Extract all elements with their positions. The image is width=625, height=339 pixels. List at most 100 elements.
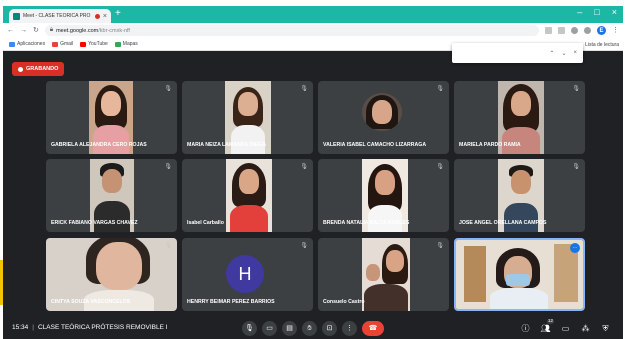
- more-options-button[interactable]: ⋮: [342, 321, 357, 336]
- hand-icon: ✋︎: [307, 325, 312, 332]
- participant-name: HENRRY BEIMAR PEREZ BARRIOS: [187, 299, 275, 305]
- participant-video: [362, 93, 402, 131]
- participant-name: ERICK FABIANO VARGAS CHAVEZ: [51, 220, 138, 226]
- browser-tab[interactable]: Meet - CLASE TEÓRICA PRÓ ×: [9, 9, 111, 23]
- reading-list[interactable]: Lista de lectura: [585, 42, 619, 48]
- maps-icon: [114, 41, 121, 47]
- captions-icon: ▤: [286, 325, 293, 332]
- people-icon: 👥︎: [540, 323, 551, 333]
- meeting-time: 15:34: [12, 324, 29, 331]
- participant-tile[interactable]: 🎙︎ Consuelo Castro: [318, 238, 449, 311]
- close-tab-icon[interactable]: ×: [103, 13, 107, 20]
- present-button[interactable]: ⊡: [322, 321, 337, 336]
- window-controls: – □ ×: [577, 8, 617, 17]
- recording-badge: GRABANDO: [12, 62, 65, 76]
- info-icon: ⓘ: [521, 323, 530, 333]
- side-controls: ⓘ 👥︎ 12 ▭ ⁂ ⛨: [520, 318, 611, 334]
- participant-name: GABRIELA ALEJANDRA CERO ROJAS: [51, 142, 147, 148]
- participant-tile[interactable]: 🎙︎ Isabel Carballo: [182, 159, 313, 232]
- youtube-icon: [80, 41, 87, 47]
- call-controls: 🎙︎ ▭ ▤ ✋︎ ⊡ ⋮ ☎︎: [242, 321, 384, 336]
- meeting-info: 15:34 | CLASE TEÓRICA PRÓTESIS REMOVIBLE I: [12, 324, 168, 331]
- bookmark-star-icon[interactable]: [571, 27, 578, 34]
- lock-person-icon: ⛨: [602, 323, 609, 333]
- mic-off-icon: 🎙︎: [300, 164, 308, 170]
- participant-tile[interactable]: 🎙︎ MARIA NEIZA LAMANDA DIEGA: [182, 81, 313, 154]
- bookmark-gmail[interactable]: Gmail: [52, 41, 73, 47]
- profile-avatar[interactable]: E: [597, 26, 606, 35]
- participant-tile[interactable]: 🎙︎ CINTYA SOUZA VASCONCELOS: [46, 238, 177, 311]
- camera-icon: ▭: [266, 325, 273, 332]
- participants-count: 12: [546, 318, 554, 324]
- extension-icon[interactable]: [558, 27, 565, 34]
- browser-toolbar: ← → ↻ 🔒︎ meet.google.com/kbr-cmxk-nff E …: [3, 23, 623, 38]
- host-controls-button[interactable]: ⛨: [600, 323, 611, 334]
- people-button[interactable]: 👥︎ 12: [540, 318, 554, 334]
- participant-tile[interactable]: 🎙︎ VALERIA ISABEL CAMACHO LIZARRAGA: [318, 81, 449, 154]
- find-up-icon[interactable]: ⌃: [549, 50, 554, 57]
- activities-button[interactable]: ⁂: [580, 323, 591, 334]
- close-window-icon[interactable]: ×: [612, 8, 617, 17]
- tab-title: Meet - CLASE TEÓRICA PRÓ: [23, 13, 91, 19]
- url-text: meet.google.com/kbr-cmxk-nff: [56, 27, 130, 34]
- address-bar[interactable]: 🔒︎ meet.google.com/kbr-cmxk-nff: [44, 25, 539, 36]
- captions-button[interactable]: ▤: [282, 321, 297, 336]
- meeting-title: CLASE TEÓRICA PRÓTESIS REMOVIBLE I: [37, 324, 168, 331]
- participant-name: Consuelo Castro: [323, 299, 365, 305]
- raise-hand-button[interactable]: ✋︎: [302, 321, 317, 336]
- participant-name: MARIELA PARDO RAMIA: [459, 142, 521, 148]
- participant-tile[interactable]: 🎙︎ ERICK FABIANO VARGAS CHAVEZ: [46, 159, 177, 232]
- mic-off-icon: 🎙︎: [300, 243, 308, 249]
- find-close-icon[interactable]: ×: [573, 50, 577, 56]
- microphone-button[interactable]: 🎙︎: [242, 321, 257, 336]
- mic-off-icon: 🎙︎: [164, 243, 172, 249]
- kebab-icon: ⋮: [346, 325, 353, 332]
- back-icon[interactable]: ←: [7, 27, 14, 34]
- participant-name: BRENDA NATALIA BALTA ROBLES: [323, 220, 410, 226]
- camera-indicator-icon[interactable]: [545, 27, 552, 34]
- end-call-button[interactable]: ☎︎: [362, 321, 384, 336]
- find-down-icon[interactable]: ⌄: [561, 50, 566, 57]
- forward-icon[interactable]: →: [20, 27, 27, 34]
- participant-name: Isabel Carballo: [187, 220, 224, 226]
- minimize-icon[interactable]: –: [577, 8, 582, 17]
- mic-off-icon: 🎙︎: [436, 243, 444, 249]
- participant-tile[interactable]: H 🎙︎ HENRRY BEIMAR PEREZ BARRIOS: [182, 238, 313, 311]
- menu-kebab-icon[interactable]: ⋮: [612, 27, 619, 34]
- meet-favicon-icon: [13, 12, 20, 20]
- mic-off-icon: 🎙︎: [164, 86, 172, 92]
- bookmark-maps[interactable]: Mapas: [114, 41, 138, 47]
- mic-off-icon: 🎙︎: [164, 164, 172, 170]
- mic-off-icon: 🎙︎: [572, 86, 580, 92]
- present-icon: ⊡: [326, 325, 333, 332]
- participant-name: CINTYA SOUZA VASCONCELOS: [51, 299, 131, 305]
- participant-tile[interactable]: 🎙︎ JOSE ANGEL ORELLANA CAMPOS: [454, 159, 585, 232]
- puzzle-icon[interactable]: [584, 27, 591, 34]
- participant-tile[interactable]: 🎙︎ BRENDA NATALIA BALTA ROBLES: [318, 159, 449, 232]
- participant-tile[interactable]: 🎙︎ GABRIELA ALEJANDRA CERO ROJAS: [46, 81, 177, 154]
- self-view-tile[interactable]: ⋯: [454, 238, 585, 311]
- find-popup: ⌃ ⌄ ×: [452, 43, 583, 63]
- participant-video: [226, 159, 272, 232]
- mic-off-icon: 🎙︎: [572, 164, 580, 170]
- microphone-icon: 🎙︎: [245, 325, 254, 332]
- participant-name: MARIA NEIZA LAMANDA DIEGA: [187, 142, 266, 148]
- chat-icon: ▭: [561, 323, 570, 333]
- chat-button[interactable]: ▭: [560, 323, 571, 334]
- record-icon: [18, 66, 23, 72]
- pin-icon[interactable]: ⋯: [570, 243, 580, 253]
- bookmark-apps[interactable]: Aplicaciones: [9, 41, 45, 47]
- gmail-icon: [52, 41, 59, 47]
- bookmark-youtube[interactable]: YouTube: [80, 41, 108, 47]
- apps-icon: [9, 41, 15, 47]
- reload-icon[interactable]: ↻: [33, 27, 39, 34]
- maximize-icon[interactable]: □: [594, 8, 599, 17]
- camera-button[interactable]: ▭: [262, 321, 277, 336]
- lock-icon: 🔒︎: [49, 27, 54, 33]
- recording-dot-icon: [94, 13, 100, 19]
- new-tab-button[interactable]: +: [115, 9, 121, 19]
- mic-off-icon: 🎙︎: [436, 164, 444, 170]
- meeting-details-button[interactable]: ⓘ: [520, 323, 531, 334]
- participant-tile[interactable]: 🎙︎ MARIELA PARDO RAMIA: [454, 81, 585, 154]
- participant-video: [362, 238, 410, 311]
